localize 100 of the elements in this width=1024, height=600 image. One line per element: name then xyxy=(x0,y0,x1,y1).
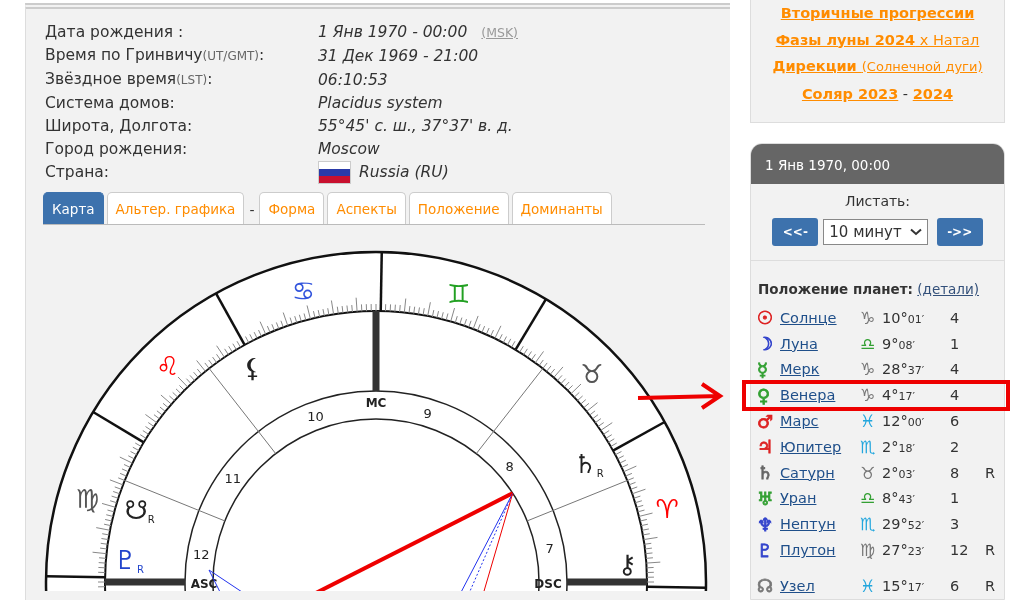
planet-link[interactable]: Марс xyxy=(780,413,860,430)
zodiac-sign-glyph: ♌ xyxy=(155,351,180,382)
field-label: Звёздное время(LST): xyxy=(45,69,214,90)
degree-text: 29°52′ xyxy=(882,516,926,533)
planet-glyph: ⚷ xyxy=(617,549,637,580)
degree-text: 2°18′ xyxy=(882,438,916,455)
retrograde-mark: R xyxy=(985,577,997,594)
planet-glyph: ☋$_{R}$ xyxy=(124,494,155,525)
planet-glyph: ♂ xyxy=(757,410,775,432)
house-number: 2 xyxy=(950,438,961,455)
planet-glyph: ☉ xyxy=(757,307,775,329)
planet-glyph: ♄ xyxy=(757,462,775,484)
retrograde-mark: R xyxy=(985,542,997,559)
section-title: Положение планет: xyxy=(758,281,913,297)
field-label: Дата рождения : xyxy=(45,22,185,43)
field-label: Страна: xyxy=(45,162,111,183)
house-number: 6 xyxy=(950,577,961,594)
next-button[interactable]: ->> xyxy=(936,218,983,246)
zodiac-sign-glyph: ♑ xyxy=(860,359,877,380)
zodiac-sign-glyph: ♓ xyxy=(860,411,877,432)
planet-glyph: ♄$_{R}$ xyxy=(573,449,604,480)
house-number: 12 xyxy=(192,547,210,563)
zodiac-sign-glyph: ♎ xyxy=(860,488,877,509)
field-label: Город рождения: xyxy=(45,139,189,160)
zodiac-sign-glyph: ♍ xyxy=(860,540,877,561)
field-value: 55°45' с. ш., 37°37' в. д. xyxy=(318,116,513,137)
degree-text: 27°23′ xyxy=(882,542,926,559)
retrograde-mark: R xyxy=(985,464,997,481)
field-value: 31 Дек 1969 - 21:00 xyxy=(318,45,479,67)
link-separator: - xyxy=(901,85,910,102)
field-value: Russia (RU) xyxy=(359,162,449,183)
degree-text: 2°03′ xyxy=(882,464,916,481)
field-value: Moscow xyxy=(318,139,380,160)
house-number: 4 xyxy=(950,309,961,326)
planet-link[interactable]: Плутон xyxy=(780,542,860,559)
axis-label: MC xyxy=(365,396,387,410)
planet-link[interactable]: Юпитер xyxy=(780,438,860,455)
field-value: 1 Янв 1970 - 00:00 xyxy=(318,22,468,43)
house-number: 12 xyxy=(950,542,970,559)
planet-glyph: ♀ xyxy=(757,384,772,406)
scroll-label: Листать: xyxy=(843,193,912,209)
planet-link[interactable]: Нептун xyxy=(780,516,860,533)
zodiac-sign-glyph: ♉ xyxy=(860,462,877,483)
zodiac-sign-glyph: ♏ xyxy=(860,436,877,457)
zodiac-sign-glyph: ♍ xyxy=(75,484,100,515)
zodiac-sign-glyph: ♏ xyxy=(860,514,877,535)
house-number: 8 xyxy=(505,458,514,474)
house-number: 11 xyxy=(224,470,242,486)
field-label: Время по Гринвичу(UT/GMT): xyxy=(45,45,266,66)
house-number: 1 xyxy=(950,335,961,352)
zodiac-sign-glyph: ♉ xyxy=(580,358,604,389)
zodiac-sign-glyph: ♊ xyxy=(447,278,471,309)
house-number: 4 xyxy=(950,387,961,404)
zodiac-sign-glyph: ♈ xyxy=(655,494,679,525)
planet-link[interactable]: Венера xyxy=(780,387,860,404)
field-value: Placidus system xyxy=(318,93,443,114)
previous-button[interactable]: <<- xyxy=(772,218,819,246)
zodiac-sign-glyph: ♓ xyxy=(860,575,877,596)
step-dropdown[interactable]: 10 минут xyxy=(823,219,928,245)
degree-text: 28°37′ xyxy=(882,361,926,378)
panel-title: 1 Янв 1970, 00:00 xyxy=(765,157,891,173)
details-link[interactable]: (детали) xyxy=(917,281,979,297)
house-number: 8 xyxy=(950,464,961,481)
field-label: Широта, Долгота: xyxy=(45,116,194,137)
zodiac-sign-glyph: ♑ xyxy=(860,385,877,406)
field-label: Система домов: xyxy=(45,93,176,114)
degree-text: 12°00′ xyxy=(882,413,926,430)
house-number: 9 xyxy=(423,405,432,421)
planet-glyph: ☊ xyxy=(757,575,774,597)
house-number: 1 xyxy=(950,490,961,507)
tab[interactable]: Карта xyxy=(43,192,104,224)
planet-glyph: ☿ xyxy=(757,359,770,380)
zodiac-sign-glyph: ♋ xyxy=(291,275,316,306)
house-number: 6 xyxy=(950,413,961,430)
field-value: 06:10:53 xyxy=(318,69,388,91)
planet-link[interactable]: Луна xyxy=(780,335,860,352)
degree-text: 15°17′ xyxy=(882,577,926,594)
planet-glyph: ♅ xyxy=(757,487,775,509)
planet-link[interactable]: Мерк xyxy=(780,361,860,378)
degree-text: 8°43′ xyxy=(882,490,916,507)
degree-text: 9°08′ xyxy=(882,335,916,352)
house-number: 7 xyxy=(545,541,554,557)
planet-link[interactable]: Уран xyxy=(780,490,860,507)
house-number: 3 xyxy=(950,516,961,533)
planet-link[interactable]: Сатурн xyxy=(780,464,860,481)
planet-glyph: ⚸ xyxy=(243,353,262,384)
house-number: 10 xyxy=(307,408,324,424)
planet-link[interactable]: Солнце xyxy=(780,309,860,326)
chevron-down-icon xyxy=(909,228,922,236)
degree-text: 10°01′ xyxy=(882,309,926,326)
planet-glyph: ♇ xyxy=(757,539,775,561)
planet-glyph: ♇$_{R}$ xyxy=(113,545,145,576)
planet-glyph: ♆ xyxy=(757,513,775,535)
planet-link[interactable]: Узел xyxy=(780,577,860,594)
zodiac-sign-glyph: ♎ xyxy=(860,333,877,354)
planet-glyph: ☽ xyxy=(757,333,775,355)
timezone-link[interactable]: (MSK) xyxy=(481,21,518,44)
zodiac-sign-glyph: ♑ xyxy=(860,307,877,328)
house-number: 4 xyxy=(950,361,961,378)
planet-glyph: ♃ xyxy=(757,436,775,458)
